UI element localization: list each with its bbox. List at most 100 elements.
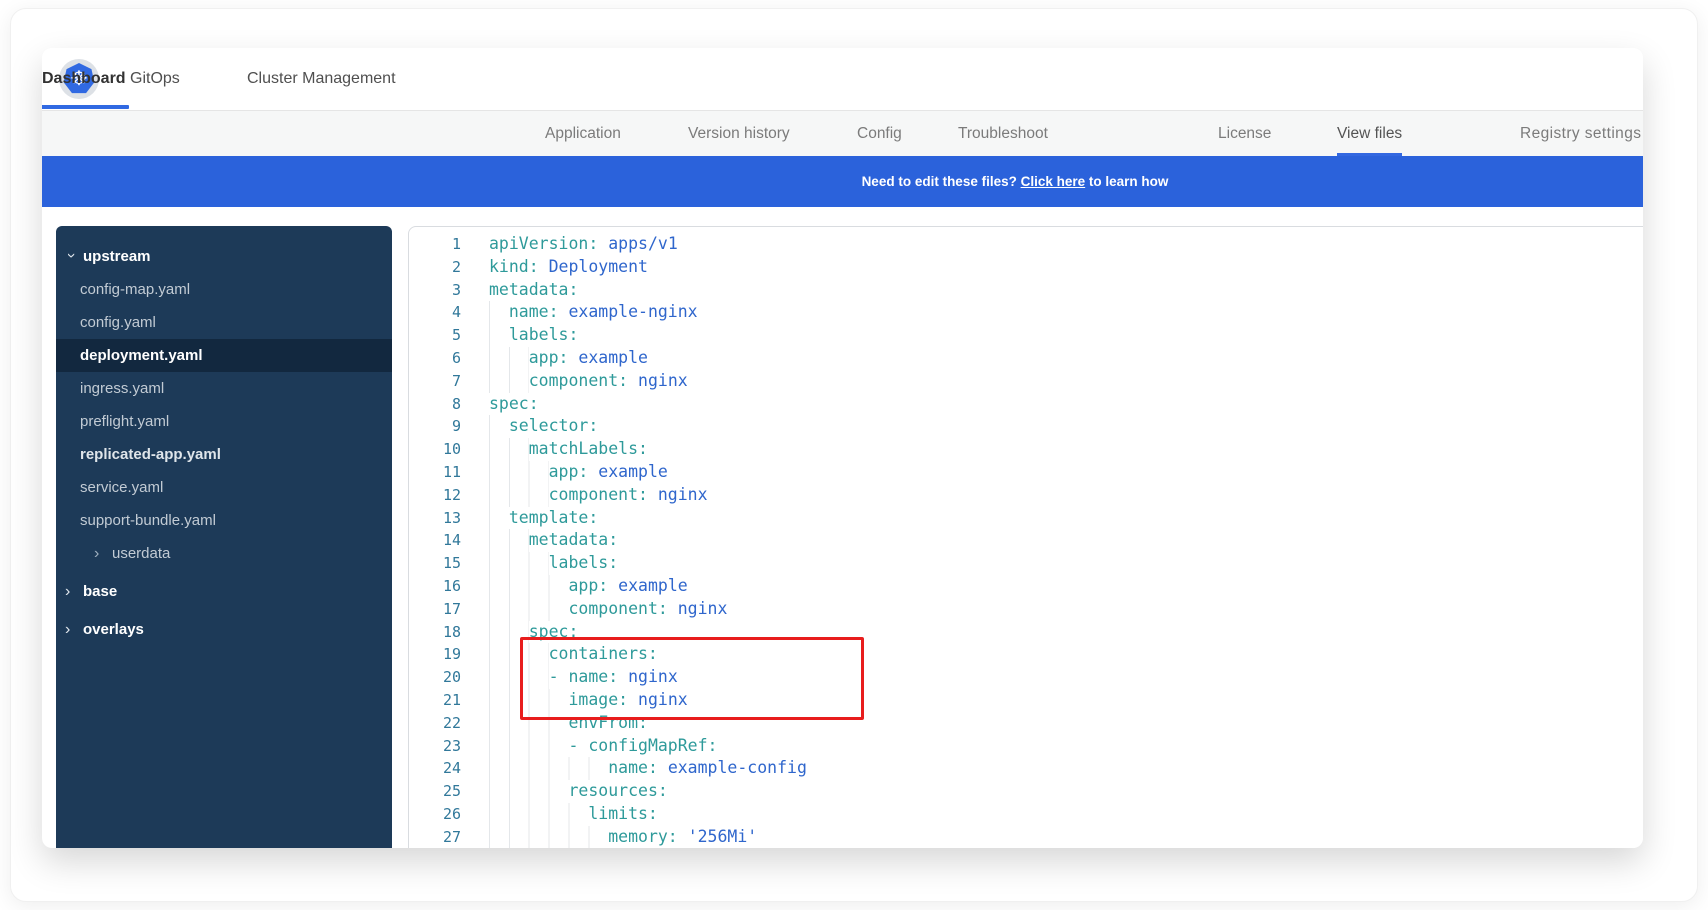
indent-guides <box>489 370 529 393</box>
code-line: 8spec: <box>409 393 1643 416</box>
line-number: 7 <box>409 370 461 393</box>
indent-guides <box>489 301 509 324</box>
line-number: 25 <box>409 780 461 803</box>
top-nav-tabs: DashboardGitOps Cluster Management <box>42 48 1643 110</box>
code-line: 26limits: <box>409 803 1643 826</box>
indent-guides <box>489 347 529 370</box>
line-number: 16 <box>409 575 461 598</box>
folder-item-userdata[interactable]: ›userdata <box>56 537 392 570</box>
code-content: matchLabels: <box>489 438 648 461</box>
indent-guides <box>489 826 608 848</box>
nav-tab-cluster-management[interactable]: Cluster Management <box>247 48 396 109</box>
subnav-tab-license[interactable]: License <box>1218 111 1271 156</box>
line-number: 4 <box>409 301 461 324</box>
click-here-link[interactable]: Click here <box>1021 174 1086 189</box>
code-line: 21 image: nginx <box>409 689 1643 712</box>
file-item-service.yaml[interactable]: service.yaml <box>56 471 392 504</box>
code-line: 7 component: nginx <box>409 370 1643 393</box>
code-line: 18spec: <box>409 621 1643 644</box>
line-number: 15 <box>409 552 461 575</box>
tree-item-label: overlays <box>83 621 144 638</box>
subnav-tab-registry-settings[interactable]: Registry settings <box>1520 111 1641 156</box>
indent-guides <box>489 598 568 621</box>
indent-guides <box>489 438 529 461</box>
code-line: 15 labels: <box>409 552 1643 575</box>
folder-item-overlays[interactable]: ›overlays <box>56 613 392 646</box>
code-content: envFrom: <box>489 712 648 735</box>
sub-nav: Application Version history Config Troubles… <box>42 111 1643 156</box>
code-line: 22envFrom: <box>409 712 1643 735</box>
code-line: 27memory: '256Mi' <box>409 826 1643 848</box>
nav-tab-gitops[interactable]: GitOps <box>130 48 180 109</box>
code-line: 2kind: Deployment <box>409 256 1643 279</box>
code-content: apiVersion: apps/v1 <box>489 233 678 256</box>
line-number: 19 <box>409 643 461 666</box>
tree-item-label: upstream <box>83 248 151 265</box>
code-line: 24name: example-config <box>409 757 1643 780</box>
code-content: component: nginx <box>489 598 727 621</box>
top-nav: ☸ DashboardGitOpsCluster Management <box>42 48 1643 111</box>
code-line: 16app: example <box>409 575 1643 598</box>
code-line: 11app: example <box>409 461 1643 484</box>
nav-tab-dashboard[interactable]: Dashboard <box>42 48 126 109</box>
code-line: 1 apiVersion: apps/v1 <box>409 233 1643 256</box>
subnav-tab-version-history[interactable]: Version history <box>688 111 790 156</box>
banner-message: Need to edit these files? Click here to … <box>387 174 1643 189</box>
code-editor[interactable]: 1 apiVersion: apps/v12kind: Deployment3me… <box>408 226 1643 848</box>
file-item-support-bundle.yaml[interactable]: support-bundle.yaml <box>56 504 392 537</box>
line-number: 9 <box>409 415 461 438</box>
indent-guides <box>489 712 568 735</box>
code-line: 9selector: <box>409 415 1643 438</box>
line-number: 23 <box>409 735 461 758</box>
file-item-config.yaml[interactable]: config.yaml <box>56 306 392 339</box>
indent-guides <box>489 643 549 666</box>
code-line: 3metadata: <box>409 279 1643 302</box>
indent-guides <box>489 575 568 598</box>
indent-guides <box>489 415 509 438</box>
line-number: 6 <box>409 347 461 370</box>
indent-guides <box>489 552 549 575</box>
code-line: 5 labels: <box>409 324 1643 347</box>
code-content: - configMapRef: <box>489 735 717 758</box>
code-content: labels: <box>489 324 578 347</box>
indent-guides <box>489 803 588 826</box>
folder-item-upstream[interactable]: ›upstream <box>56 240 392 273</box>
line-number: 14 <box>409 529 461 552</box>
code-content: resources: <box>489 780 668 803</box>
code-content: - name: nginx <box>489 666 678 689</box>
code-line: 6app: example <box>409 347 1643 370</box>
line-number: 1 <box>409 233 461 256</box>
code-line: 19containers: <box>409 643 1643 666</box>
subnav-tab-view-files[interactable]: View files <box>1337 111 1402 156</box>
code-content: component: nginx <box>489 370 688 393</box>
subnav-tab-config[interactable]: Config <box>857 111 902 156</box>
subnav-tab-application[interactable]: Application <box>545 111 621 156</box>
folder-item-base[interactable]: ›base <box>56 575 392 608</box>
code-content: image: nginx <box>489 689 688 712</box>
file-item-preflight.yaml[interactable]: preflight.yaml <box>56 405 392 438</box>
screenshot-stage: ☸ DashboardGitOpsCluster Management Appl… <box>0 0 1708 910</box>
tree-item-label: ingress.yaml <box>80 380 164 397</box>
code-lines: 1 apiVersion: apps/v12kind: Deployment3me… <box>409 233 1643 848</box>
code-line: 4name: example-nginx <box>409 301 1643 324</box>
indent-guides <box>489 621 529 644</box>
file-item-ingress.yaml[interactable]: ingress.yaml <box>56 372 392 405</box>
line-number: 5 <box>409 324 461 347</box>
code-content: limits: <box>489 803 658 826</box>
indent-guides <box>489 780 568 803</box>
code-content: kind: Deployment <box>489 256 648 279</box>
line-number: 21 <box>409 689 461 712</box>
indent-guides <box>489 757 608 780</box>
file-item-deployment.yaml[interactable]: deployment.yaml <box>56 339 392 372</box>
code-content: metadata: <box>489 529 618 552</box>
line-number: 24 <box>409 757 461 780</box>
code-content: labels: <box>489 552 618 575</box>
code-content: component: nginx <box>489 484 708 507</box>
chevron-down-icon: › <box>62 252 80 262</box>
file-item-config-map.yaml[interactable]: config-map.yaml <box>56 273 392 306</box>
code-content: app: example <box>489 461 668 484</box>
file-item-replicated-app.yaml[interactable]: replicated-app.yaml <box>56 438 392 471</box>
tree-item-label: config.yaml <box>80 314 156 331</box>
code-line: 17component: nginx <box>409 598 1643 621</box>
subnav-tab-troubleshoot[interactable]: Troubleshoot <box>958 111 1048 156</box>
